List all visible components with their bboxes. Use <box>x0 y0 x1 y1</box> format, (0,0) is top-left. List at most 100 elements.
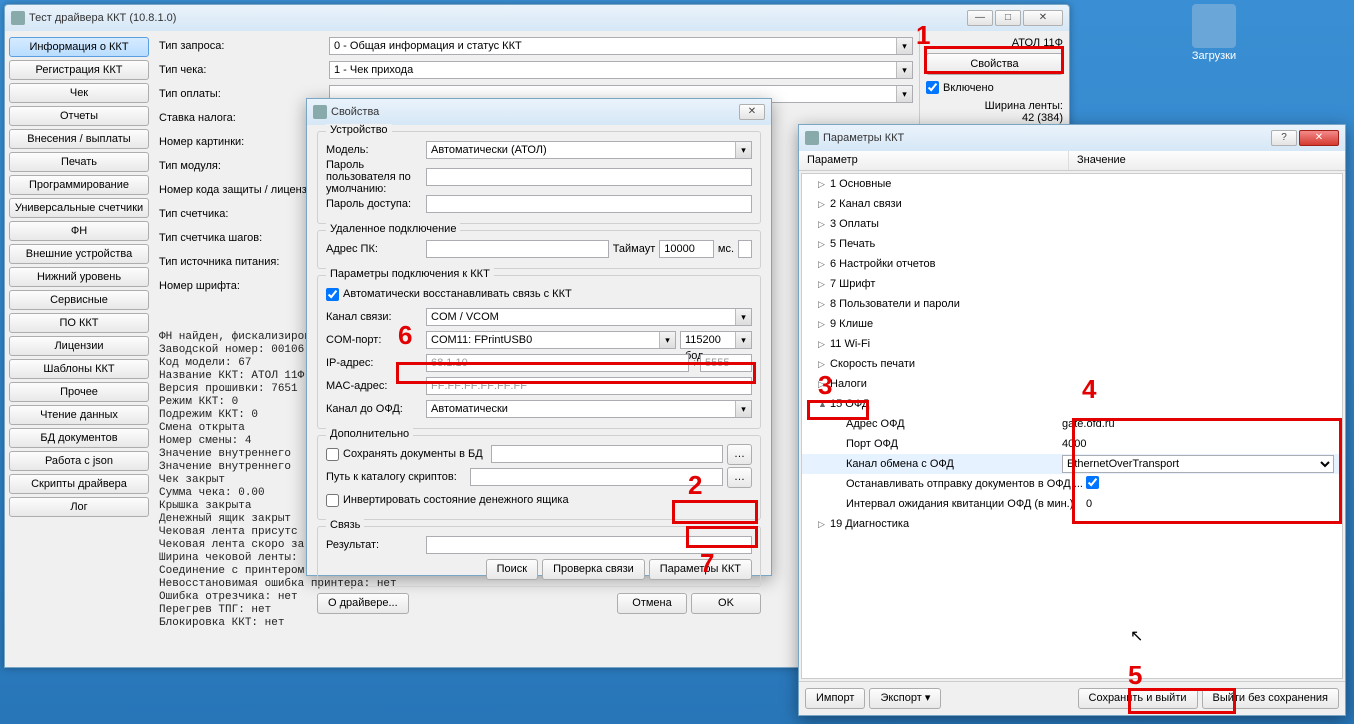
chevron-down-icon[interactable]: ▾ <box>896 38 912 54</box>
sidebar-item-check[interactable]: Чек <box>9 83 149 103</box>
sidebar-item-software[interactable]: ПО ККТ <box>9 313 149 333</box>
sidebar-item-readdata[interactable]: Чтение данных <box>9 405 149 425</box>
chevron-down-icon[interactable]: ▾ <box>735 309 751 325</box>
sidebar-item-templates[interactable]: Шаблоны ККТ <box>9 359 149 379</box>
save-exit-button[interactable]: Сохранить и выйти <box>1078 688 1198 709</box>
channel-select[interactable]: COM / VCOM▾ <box>426 308 752 326</box>
sidebar-item-cashio[interactable]: Внесения / выплаты <box>9 129 149 149</box>
tree-node[interactable]: ▷9 Клише <box>802 314 1342 334</box>
sidebar-item-service[interactable]: Сервисные <box>9 290 149 310</box>
minimize-button[interactable]: — <box>967 10 993 26</box>
sidebar-item-print[interactable]: Печать <box>9 152 149 172</box>
sidebar-item-other[interactable]: Прочее <box>9 382 149 402</box>
timeout-input[interactable]: 10000 <box>659 240 714 258</box>
sidebar-item-reports[interactable]: Отчеты <box>9 106 149 126</box>
chevron-down-icon[interactable]: ▾ <box>896 62 912 78</box>
savedb-checkbox[interactable] <box>326 448 339 461</box>
sidebar-item-json[interactable]: Работа с json <box>9 451 149 471</box>
ofd-channel-select[interactable]: Автоматически▾ <box>426 400 752 418</box>
param-ofd-port[interactable]: Порт ОФД4000 <box>802 434 1342 454</box>
tree-node[interactable]: ▷1 Основные <box>802 174 1342 194</box>
chevron-down-icon[interactable]: ▾ <box>735 142 751 158</box>
param-ofd-channel[interactable]: Канал обмена с ОФДEthernetOverTransport <box>802 454 1342 474</box>
dlg2-titlebar[interactable]: Параметры ККТ ?✕ <box>799 125 1345 151</box>
exit-nosave-button[interactable]: Выйти без сохранения <box>1202 688 1340 709</box>
sidebar-item-registration[interactable]: Регистрация ККТ <box>9 60 149 80</box>
sidebar-item-log[interactable]: Лог <box>9 497 149 517</box>
export-button[interactable]: Экспорт ▾ <box>869 688 941 709</box>
ofd-interval-value[interactable]: 0 <box>1086 498 1342 510</box>
params-tree[interactable]: ▷1 Основные ▷2 Канал связи ▷3 Оплаты ▷5 … <box>801 173 1343 679</box>
search-button[interactable]: Поиск <box>486 559 538 580</box>
accesspwd-input[interactable] <box>426 195 752 213</box>
browse-db-button[interactable]: … <box>727 444 752 465</box>
sidebar-item-fn[interactable]: ФН <box>9 221 149 241</box>
tree-node-diag[interactable]: ▷19 Диагностика <box>802 514 1342 534</box>
tree-node[interactable]: ▷11 Wi-Fi <box>802 334 1342 354</box>
dlg2-close-button[interactable]: ✕ <box>1299 130 1339 146</box>
tree-node[interactable]: ▷2 Канал связи <box>802 194 1342 214</box>
ofd-channel-select[interactable]: EthernetOverTransport <box>1062 455 1334 473</box>
rec-type-field[interactable]: 1 - Чек прихода▾ <box>329 61 913 79</box>
chevron-down-icon[interactable]: ▾ <box>735 401 751 417</box>
chevron-down-icon[interactable]: ▾ <box>735 332 751 348</box>
result-input[interactable] <box>426 536 752 554</box>
mac-input[interactable]: FF:FF:FF:FF:FF:FF <box>426 377 752 395</box>
cancel-button[interactable]: Отмена <box>617 593 687 614</box>
maximize-button[interactable]: □ <box>995 10 1021 26</box>
help-button[interactable]: ? <box>1271 130 1297 146</box>
tree-node[interactable]: ▷8 Пользователи и пароли <box>802 294 1342 314</box>
sidebar-item-licenses[interactable]: Лицензии <box>9 336 149 356</box>
param-ofd-stop[interactable]: Останавливать отправку документов в ОФД … <box>802 474 1342 494</box>
dlg1-close-button[interactable]: ✕ <box>739 104 765 120</box>
script-path-input[interactable] <box>470 468 723 486</box>
sidebar-item-counters[interactable]: Универсальные счетчики <box>9 198 149 218</box>
check-link-button[interactable]: Проверка связи <box>542 559 645 580</box>
baud-select[interactable]: 115200 бод▾ <box>680 331 752 349</box>
browse-script-button[interactable]: … <box>727 467 752 488</box>
kkt-params-button[interactable]: Параметры ККТ <box>649 559 752 580</box>
desktop-downloads[interactable]: Загрузки <box>1174 4 1254 62</box>
savedb-path[interactable] <box>491 445 723 463</box>
sidebar-item-info[interactable]: Информация о ККТ <box>9 37 149 57</box>
import-button[interactable]: Импорт <box>805 688 865 709</box>
param-ofd-interval[interactable]: Интервал ожидания квитанции ОФД (в мин.)… <box>802 494 1342 514</box>
sidebar-item-db[interactable]: БД документов <box>9 428 149 448</box>
tree-node-ofd[interactable]: ▲15 ОФД <box>802 394 1342 414</box>
ip-port-input[interactable]: 5555 <box>700 354 752 372</box>
userpwd-input[interactable] <box>426 168 752 186</box>
sidebar-item-programming[interactable]: Программирование <box>9 175 149 195</box>
close-button[interactable]: ✕ <box>1023 10 1063 26</box>
pc-addr-input[interactable] <box>426 240 609 258</box>
comport-select[interactable]: COM11: FPrintUSB0▾ <box>426 331 676 349</box>
timeout-spinner[interactable] <box>738 240 752 258</box>
chevron-down-icon[interactable]: ▾ <box>659 332 675 348</box>
ofd-stop-checkbox[interactable] <box>1086 476 1099 489</box>
main-titlebar[interactable]: Тест драйвера ККТ (10.8.1.0) — □ ✕ <box>5 5 1069 31</box>
tree-node[interactable]: ▷6 Настройки отчетов <box>802 254 1342 274</box>
ofd-stop-value[interactable] <box>1086 476 1342 492</box>
ofd-port-value[interactable]: 4000 <box>1062 438 1342 450</box>
auto-restore-checkbox[interactable] <box>326 288 339 301</box>
ip-input[interactable]: 68.1.10 <box>426 354 689 372</box>
tree-node[interactable]: ▷5 Печать <box>802 234 1342 254</box>
tree-node[interactable]: ▷Налоги <box>802 374 1342 394</box>
ofd-addr-value[interactable]: gate.ofd.ru <box>1062 418 1342 430</box>
invert-checkbox[interactable] <box>326 494 339 507</box>
sidebar-item-scripts[interactable]: Скрипты драйвера <box>9 474 149 494</box>
properties-button[interactable]: Свойства <box>926 53 1063 75</box>
param-ofd-addr[interactable]: Адрес ОФДgate.ofd.ru <box>802 414 1342 434</box>
dlg1-titlebar[interactable]: Свойства ✕ <box>307 99 771 125</box>
model-select[interactable]: Автоматически (АТОЛ)▾ <box>426 141 752 159</box>
about-button[interactable]: О драйвере... <box>317 593 409 614</box>
enabled-checkbox[interactable] <box>926 81 939 94</box>
chevron-down-icon[interactable]: ▾ <box>896 86 912 102</box>
tree-node[interactable]: ▷7 Шрифт <box>802 274 1342 294</box>
req-type-field[interactable]: 0 - Общая информация и статус ККТ▾ <box>329 37 913 55</box>
tree-node[interactable]: ▷Скорость печати <box>802 354 1342 374</box>
tree-node[interactable]: ▷3 Оплаты <box>802 214 1342 234</box>
ok-button[interactable]: OK <box>691 593 761 614</box>
sidebar-item-lowlevel[interactable]: Нижний уровень <box>9 267 149 287</box>
sidebar-item-ext-devices[interactable]: Внешние устройства <box>9 244 149 264</box>
ofd-channel-value[interactable]: EthernetOverTransport <box>1062 455 1342 473</box>
